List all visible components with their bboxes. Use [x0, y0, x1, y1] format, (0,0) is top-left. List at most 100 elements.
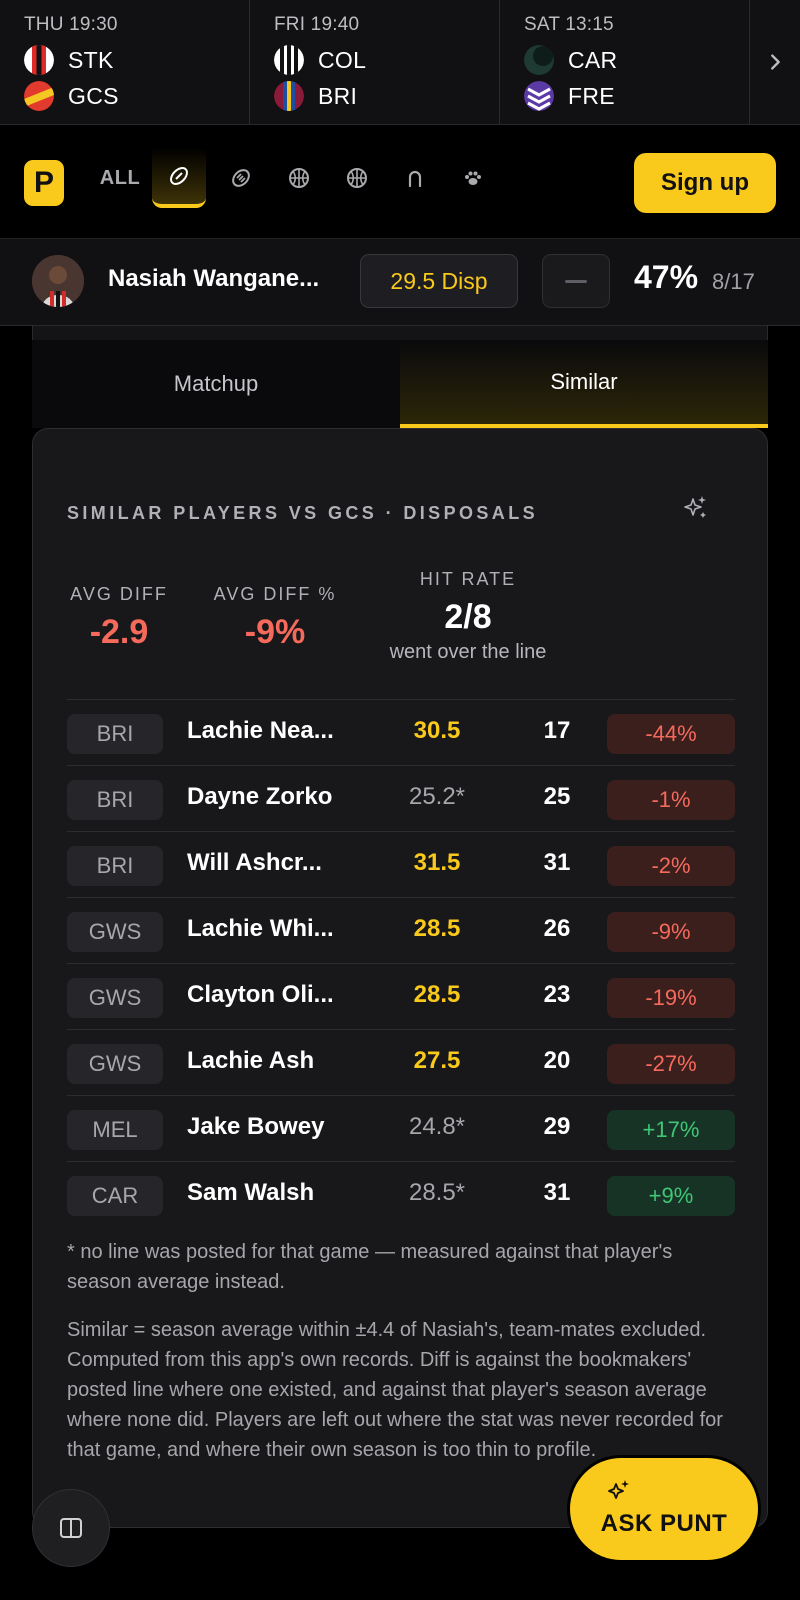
- table-row[interactable]: BRI Dayne Zorko 25.2* 25 -1%: [67, 765, 735, 831]
- team-abbr: CAR: [568, 46, 618, 73]
- player-name-cell[interactable]: Lachie Whi...: [187, 915, 334, 943]
- actual-cell: 29: [543, 1113, 571, 1140]
- line-cell: 28.5: [413, 981, 461, 1008]
- tab-similar[interactable]: Similar: [400, 340, 768, 428]
- player-name-cell[interactable]: Jake Bowey: [187, 1113, 324, 1141]
- chevron-right-icon: [771, 54, 780, 70]
- team-abbr: BRI: [318, 82, 358, 109]
- sport-tab-basketball-2[interactable]: [328, 148, 386, 208]
- actual-cell: 26: [543, 915, 571, 942]
- panel-top-edge: [32, 326, 768, 340]
- fixture-team-home: STK: [24, 42, 249, 78]
- diff-badge: -19%: [607, 978, 735, 1018]
- team-abbr: STK: [68, 46, 114, 73]
- table-row[interactable]: BRI Lachie Nea... 30.5 17 -44%: [67, 699, 735, 765]
- sign-up-button[interactable]: Sign up: [634, 153, 776, 213]
- fixture-team-away: GCS: [24, 78, 249, 114]
- diff-badge: -27%: [607, 1044, 735, 1084]
- table-row[interactable]: GWS Clayton Oli... 28.5 23 -19%: [67, 963, 735, 1029]
- actual-cell: 31: [543, 1179, 571, 1206]
- sport-tab-greyhounds[interactable]: [444, 148, 502, 208]
- team-badge: CAR: [67, 1176, 163, 1216]
- fixture-time: FRI 19:40: [274, 14, 360, 35]
- player-name-cell[interactable]: Lachie Nea...: [187, 717, 334, 745]
- methodology-note: Similar = season average within ±4.4 of …: [67, 1319, 723, 1461]
- player-name-cell[interactable]: Will Ashcr...: [187, 849, 322, 877]
- table-row[interactable]: CAR Sam Walsh 28.5* 31 +9%: [67, 1161, 735, 1227]
- player-name-cell[interactable]: Lachie Ash: [187, 1047, 314, 1075]
- team-badge: GWS: [67, 1044, 163, 1084]
- sport-tabs: ALL: [90, 148, 502, 208]
- ask-punt-button[interactable]: ASK PUNT: [570, 1458, 758, 1560]
- team-badge: BRI: [67, 714, 163, 754]
- sport-tab-rugby[interactable]: [212, 148, 270, 208]
- sport-tab-racing[interactable]: [386, 148, 444, 208]
- fixture-time: SAT 13:15: [524, 14, 614, 35]
- stk-logo-icon: [24, 45, 54, 75]
- collapse-button[interactable]: [542, 254, 610, 308]
- team-badge: MEL: [67, 1110, 163, 1150]
- gcs-logo-icon: [24, 81, 54, 111]
- team-badge: BRI: [67, 846, 163, 886]
- actual-cell: 17: [543, 717, 571, 744]
- fixtures-next-button[interactable]: [750, 0, 800, 124]
- hit-percentage: 47%: [634, 259, 699, 295]
- actual-cell: 25: [543, 783, 571, 810]
- sport-tab-afl[interactable]: [152, 148, 206, 208]
- diff-badge: +9%: [607, 1176, 735, 1216]
- table-row[interactable]: GWS Lachie Whi... 28.5 26 -9%: [67, 897, 735, 963]
- line-cell: 27.5: [413, 1047, 461, 1074]
- avg-diff-pct-value: -9%: [244, 613, 306, 651]
- rugby-ball-icon: [232, 169, 250, 187]
- similar-players-list: BRI Lachie Nea... 30.5 17 -44% BRI Dayne Zorko…: [67, 699, 735, 1227]
- table-row[interactable]: GWS Lachie Ash 27.5 20 -27%: [67, 1029, 735, 1095]
- sport-tab-all[interactable]: ALL: [90, 148, 150, 208]
- fixture-team-away: FRE: [524, 78, 749, 114]
- team-badge: BRI: [67, 780, 163, 820]
- prop-line-button[interactable]: 29.5 Disp: [360, 254, 518, 308]
- avg-diff-pct-stat: AVG DIFF % -9%: [209, 584, 341, 652]
- fixture-card[interactable]: THU 19:30 STK GCS: [0, 0, 250, 125]
- col-logo-icon: [274, 45, 304, 75]
- line-cell: 25.2*: [408, 783, 466, 810]
- brand-logo[interactable]: P: [24, 160, 64, 206]
- player-name-cell[interactable]: Dayne Zorko: [187, 783, 332, 811]
- sport-tab-basketball[interactable]: [270, 148, 328, 208]
- top-nav: P ALL Sign up: [0, 126, 800, 238]
- basketball-icon: [347, 168, 367, 188]
- paw-icon: [465, 171, 481, 185]
- afl-ball-icon: [170, 167, 188, 185]
- line-cell: 28.5*: [408, 1179, 466, 1206]
- tab-matchup[interactable]: Matchup: [32, 340, 400, 428]
- hit-rate-label: HIT RATE: [419, 569, 517, 589]
- ask-punt-label: ASK PUNT: [600, 1510, 728, 1537]
- columns-icon: [60, 1518, 82, 1538]
- fixture-card[interactable]: SAT 13:15 CAR FRE: [500, 0, 750, 125]
- actual-cell: 23: [543, 981, 571, 1008]
- fixture-card[interactable]: FRI 19:40 COL BRI: [250, 0, 500, 125]
- hit-rate-subtitle: went over the line: [389, 641, 547, 663]
- diff-badge: -44%: [607, 714, 735, 754]
- line-cell: 24.8*: [408, 1113, 466, 1140]
- sidebar-toggle-button[interactable]: [32, 1489, 110, 1567]
- hit-rate-value: 2/8: [444, 598, 492, 636]
- diff-badge: -1%: [607, 780, 735, 820]
- fre-logo-icon: [524, 81, 554, 111]
- table-row[interactable]: MEL Jake Bowey 24.8* 29 +17%: [67, 1095, 735, 1161]
- horseshoe-icon: [408, 170, 422, 188]
- avatar[interactable]: [32, 255, 84, 307]
- sparkle-icon[interactable]: [681, 493, 711, 523]
- player-name[interactable]: Nasiah Wangane...: [108, 265, 319, 293]
- player-name-cell[interactable]: Sam Walsh: [187, 1179, 314, 1207]
- similar-players-card: SIMILAR PLAYERS VS GCS · DISPOSALS AVG D…: [32, 428, 768, 1528]
- player-name-cell[interactable]: Clayton Oli...: [187, 981, 334, 1009]
- fixtures-strip: THU 19:30 STK GCS FRI 19:40 COL BRI SAT …: [0, 0, 800, 125]
- table-row[interactable]: BRI Will Ashcr... 31.5 31 -2%: [67, 831, 735, 897]
- player-bar: Nasiah Wangane... 29.5 Disp 47% 8/17: [0, 238, 800, 326]
- avg-diff-label: AVG DIFF: [70, 584, 168, 604]
- line-cell: 31.5: [413, 849, 461, 876]
- avg-diff-value: -2.9: [89, 613, 149, 651]
- team-abbr: FRE: [568, 82, 615, 109]
- bri-logo-icon: [274, 81, 304, 111]
- team-badge: GWS: [67, 912, 163, 952]
